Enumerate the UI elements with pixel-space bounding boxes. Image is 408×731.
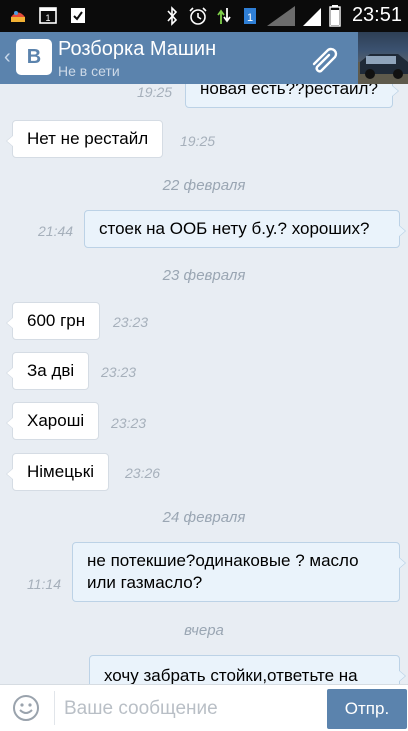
message-incoming[interactable]: Нет не рестайл [5, 120, 164, 158]
message-text: хочу забрать стойки,ответьте на [104, 666, 358, 684]
chat-title: Розборка Машин [58, 38, 217, 60]
message-text: Німецькі [27, 462, 95, 481]
message-incoming[interactable]: Хароші [5, 402, 100, 440]
status-clock: 23:51 [351, 4, 402, 26]
avatar[interactable] [358, 32, 408, 84]
vk-logo-letter: B [26, 45, 42, 68]
message-composer: Отпр. [0, 684, 408, 731]
attach-button[interactable] [306, 42, 344, 74]
paperclip-icon [312, 47, 338, 73]
message-outgoing[interactable]: не потекшие?одинаковые ? масло или газма… [72, 542, 406, 602]
message-text: За дві [27, 361, 75, 380]
date-separator: 23 февраля [162, 267, 246, 284]
message-time: 23:23 [111, 415, 147, 431]
message-text: новая есть??рестайл? [200, 84, 378, 98]
message-incoming[interactable]: Німецькі [5, 453, 110, 491]
message-text: Хароші [27, 411, 85, 430]
back-chevron-icon[interactable]: ‹ [4, 46, 11, 69]
message-text: Нет не рестайл [27, 129, 149, 148]
message-list[interactable]: новая есть??рестайл? 19:25 Нет не рестай… [0, 84, 408, 684]
smiley-icon [13, 695, 39, 721]
alarm-icon [188, 6, 208, 26]
sim1-icon: 1 [240, 6, 260, 26]
send-button[interactable]: Отпр. [327, 689, 407, 729]
data-transfer-icon [214, 6, 234, 26]
message-outgoing[interactable]: стоек на ООБ нету б.у.? хороших? [84, 210, 406, 248]
svg-text:1: 1 [45, 13, 50, 23]
date-separator: вчера [184, 622, 224, 639]
message-incoming[interactable]: За дві [5, 352, 90, 390]
message-text: не потекшие?одинаковые ? масло или газма… [87, 551, 359, 592]
emoji-button[interactable] [12, 694, 40, 722]
message-outgoing[interactable]: новая есть??рестайл? [185, 84, 399, 108]
chat-status: Не в сети [58, 63, 120, 79]
bluetooth-icon [162, 5, 182, 26]
chat-header: ‹ B Розборка Машин Не в сети [0, 32, 408, 84]
message-outgoing[interactable]: хочу забрать стойки,ответьте на [89, 655, 406, 684]
message-time: 19:25 [137, 84, 173, 100]
message-time: 23:23 [101, 364, 137, 380]
message-incoming[interactable]: 600 грн [5, 302, 101, 340]
date-separator: 22 февраля [162, 177, 246, 194]
vk-logo[interactable]: B [16, 39, 52, 75]
signal-icon [302, 6, 322, 26]
message-time: 19:25 [180, 133, 216, 149]
status-bar: 1 1 23:51 [0, 0, 408, 32]
message-time: 23:26 [125, 465, 161, 481]
message-input[interactable] [62, 693, 316, 725]
calendar-icon: 1 [38, 5, 58, 25]
signal-icon [266, 5, 296, 26]
svg-text:1: 1 [247, 12, 253, 24]
battery-icon [328, 4, 342, 27]
app-notification-icon [8, 5, 28, 25]
clipboard-check-icon [68, 5, 88, 25]
message-time: 11:14 [27, 576, 61, 592]
message-time: 23:23 [113, 314, 149, 330]
divider [54, 691, 55, 725]
date-separator: 24 февраля [162, 509, 246, 526]
message-text: 600 грн [27, 311, 86, 330]
message-time: 21:44 [38, 223, 74, 239]
message-text: стоек на ООБ нету б.у.? хороших? [99, 219, 370, 238]
